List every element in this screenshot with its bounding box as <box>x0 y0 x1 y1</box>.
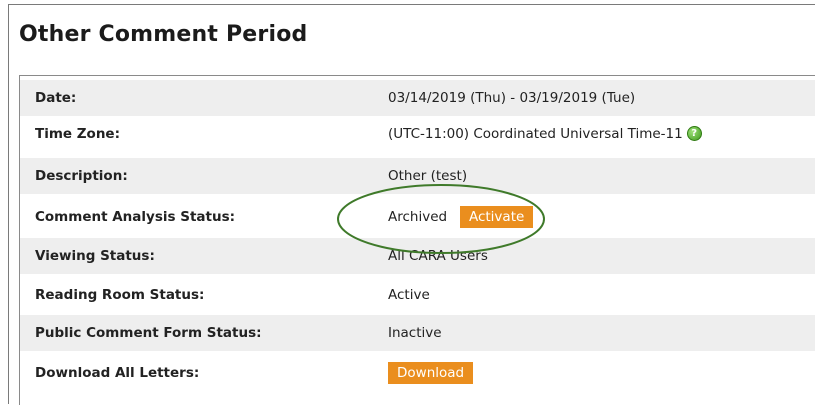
row-description: Description: Other (test) <box>20 158 815 194</box>
comment-analysis-status-label: Comment Analysis Status: <box>35 209 236 225</box>
row-date: Date: 03/14/2019 (Thu) - 03/19/2019 (Tue… <box>20 80 815 116</box>
description-label: Description: <box>35 168 128 184</box>
viewing-status-value: All CARA Users <box>388 248 488 264</box>
public-comment-form-status-value: Inactive <box>388 325 442 341</box>
reading-room-status-label: Reading Room Status: <box>35 287 205 303</box>
time-zone-label: Time Zone: <box>35 126 120 142</box>
reading-room-status-value: Active <box>388 287 430 303</box>
date-value: 03/14/2019 (Thu) - 03/19/2019 (Tue) <box>388 90 636 106</box>
activate-button[interactable]: Activate <box>459 206 534 228</box>
page-title: Other Comment Period <box>19 22 308 47</box>
row-download-all-letters: Download All Letters: Download <box>20 355 815 391</box>
time-zone-value-wrap: (UTC-11:00) Coordinated Universal Time-1… <box>388 116 702 152</box>
date-label: Date: <box>35 90 77 106</box>
row-public-comment-form-status: Public Comment Form Status: Inactive <box>20 315 815 351</box>
time-zone-value: (UTC-11:00) Coordinated Universal Time-1… <box>388 126 683 142</box>
description-value: Other (test) <box>388 168 468 184</box>
comment-analysis-status-value-wrap: Archived Activate <box>388 199 534 235</box>
help-icon[interactable]: ? <box>686 126 702 141</box>
comment-analysis-status-value: Archived <box>388 209 448 225</box>
public-comment-form-status-label: Public Comment Form Status: <box>35 325 262 341</box>
row-time-zone: Time Zone: (UTC-11:00) Coordinated Unive… <box>20 116 815 152</box>
download-all-letters-label: Download All Letters: <box>35 365 200 381</box>
row-viewing-status: Viewing Status: All CARA Users <box>20 238 815 274</box>
row-comment-analysis-status: Comment Analysis Status: Archived Activa… <box>20 199 815 235</box>
download-button[interactable]: Download <box>388 362 474 384</box>
download-all-letters-value-wrap: Download <box>388 355 474 391</box>
viewing-status-label: Viewing Status: <box>35 248 155 264</box>
row-reading-room-status: Reading Room Status: Active <box>20 277 815 313</box>
